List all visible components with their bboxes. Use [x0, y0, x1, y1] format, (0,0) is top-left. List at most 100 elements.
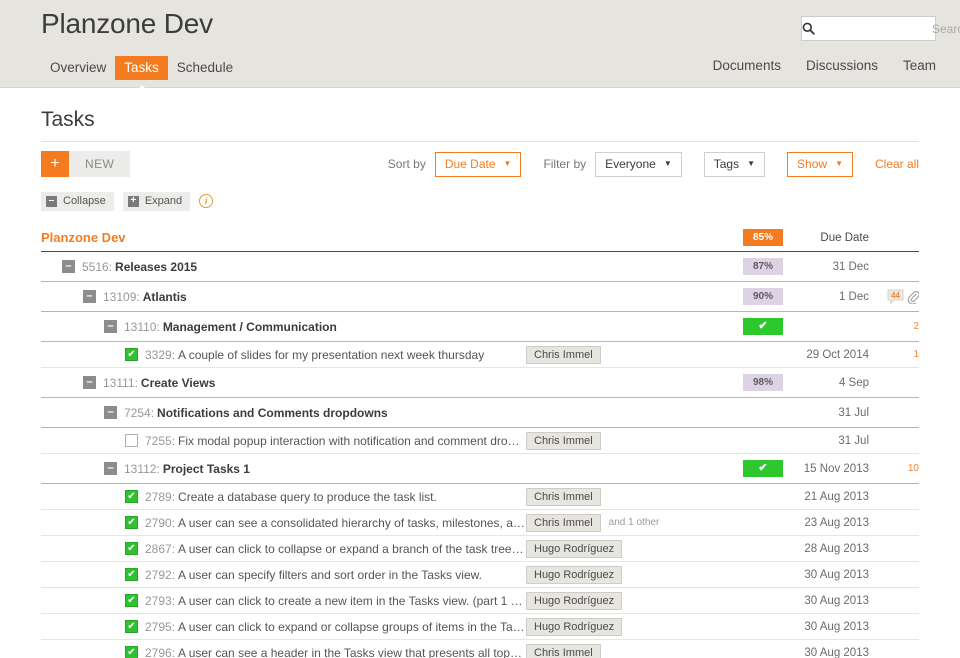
- row-name-cell: ✔ 2793: A user can click to create a new i…: [41, 594, 526, 608]
- clear-all-link[interactable]: Clear all: [875, 157, 919, 171]
- row-title[interactable]: A user can see a header in the Tasks vie…: [178, 646, 526, 658]
- row-due-date: 30 Aug 2013: [804, 620, 869, 633]
- row-id: 13109:: [103, 289, 140, 304]
- assignee-pill[interactable]: Hugo Rodríguez: [526, 539, 623, 558]
- row-title[interactable]: Releases 2015: [115, 260, 197, 274]
- comment-bubble-icon[interactable]: 44: [887, 289, 904, 304]
- sort-by-label: Sort by: [387, 157, 426, 171]
- table-row[interactable]: ✔ 2790: A user can see a consolidated hier…: [41, 510, 919, 536]
- task-checkbox-checked[interactable]: ✔: [125, 568, 138, 581]
- table-row[interactable]: –5516: Releases 2015 87% 31 Dec: [41, 252, 919, 282]
- row-due-date: 30 Aug 2013: [804, 594, 869, 607]
- table-row[interactable]: Planzone Dev 85% Due Date: [41, 224, 919, 252]
- nav-item-discussions[interactable]: Discussions: [806, 58, 878, 73]
- status-badge-complete: ✔: [743, 460, 783, 477]
- table-row[interactable]: ✔ 3329: A couple of slides for my presenta…: [41, 342, 919, 368]
- task-checkbox-checked[interactable]: ✔: [125, 348, 138, 361]
- item-count-badge: 10: [907, 463, 919, 474]
- row-title[interactable]: A user can specify filters and sort orde…: [178, 568, 482, 582]
- row-title[interactable]: A user can click to expand or collapse g…: [178, 620, 526, 634]
- collapse-all-button[interactable]: – Collapse: [41, 191, 114, 211]
- nav-item-tasks[interactable]: Tasks: [115, 56, 168, 80]
- table-row[interactable]: –13111: Create Views 98% 4 Sep: [41, 368, 919, 398]
- search-input[interactable]: [815, 21, 960, 36]
- info-icon[interactable]: i: [199, 194, 214, 208]
- row-id: 2789:: [145, 489, 176, 504]
- table-row[interactable]: ✔ 2793: A user can click to create a new i…: [41, 588, 919, 614]
- minus-square-icon[interactable]: –: [104, 320, 117, 333]
- row-title[interactable]: Create Views: [141, 376, 216, 390]
- task-checkbox-checked[interactable]: ✔: [125, 542, 138, 555]
- task-checkbox-checked[interactable]: ✔: [125, 516, 138, 529]
- table-row[interactable]: ✔ 2795: A user can click to expand or coll…: [41, 614, 919, 640]
- sort-by-value: Due Date: [444, 157, 496, 171]
- assignee-pill[interactable]: Hugo Rodríguez: [526, 565, 623, 584]
- assignee-pill[interactable]: Chris Immel: [526, 487, 601, 506]
- task-checkbox-checked[interactable]: ✔: [125, 490, 138, 503]
- task-checkbox-checked[interactable]: ✔: [125, 646, 138, 658]
- assignee-pill[interactable]: Chris Immel: [526, 431, 601, 450]
- progress-badge: 98%: [743, 374, 783, 391]
- row-title[interactable]: Planzone Dev: [41, 230, 126, 245]
- row-name-cell: –13111: Create Views: [41, 376, 526, 390]
- table-row[interactable]: ✔ 2789: Create a database query to produce…: [41, 484, 919, 510]
- filter-by-value: Everyone: [605, 157, 656, 171]
- table-row[interactable]: –13110: Management / Communication ✔ 2: [41, 312, 919, 342]
- row-title[interactable]: A user can click to create a new item in…: [178, 594, 526, 608]
- filter-by-dropdown[interactable]: Everyone ▼: [595, 151, 682, 177]
- row-title[interactable]: Create a database query to produce the t…: [178, 490, 437, 504]
- row-title[interactable]: A user can click to collapse or expand a…: [178, 542, 526, 556]
- table-row[interactable]: ✔ 2796: A user can see a header in the Tas…: [41, 640, 919, 658]
- row-due-date: 4 Sep: [838, 376, 869, 389]
- minus-square-icon[interactable]: –: [83, 376, 96, 389]
- nav-item-schedule[interactable]: Schedule: [168, 56, 242, 80]
- row-id: 13112:: [124, 461, 160, 476]
- minus-square-icon[interactable]: –: [104, 406, 117, 419]
- new-task-button[interactable]: + NEW: [41, 151, 131, 177]
- table-row[interactable]: –13109: Atlantis 90% 1 Dec 44: [41, 282, 919, 312]
- nav-item-team[interactable]: Team: [903, 58, 936, 73]
- row-assignee-cell: Hugo Rodríguez: [526, 565, 721, 584]
- sort-by-dropdown[interactable]: Due Date ▼: [434, 151, 522, 177]
- assignee-pill[interactable]: Hugo Rodríguez: [526, 591, 623, 610]
- expand-label: Expand: [144, 195, 183, 207]
- chevron-down-icon: ▼: [503, 159, 512, 168]
- assignee-pill[interactable]: Chris Immel: [526, 345, 601, 364]
- table-row[interactable]: ✔ 2792: A user can specify filters and sor…: [41, 562, 919, 588]
- search-icon: [802, 22, 815, 35]
- item-count-badge: 1: [913, 349, 919, 360]
- row-title[interactable]: A couple of slides for my presentation n…: [178, 348, 484, 362]
- table-row[interactable]: 7255: Fix modal popup interaction with no…: [41, 428, 919, 454]
- tags-dropdown[interactable]: Tags ▼: [703, 151, 766, 177]
- table-row[interactable]: –13112: Project Tasks 1 ✔ 15 Nov 2013 10: [41, 454, 919, 484]
- row-title[interactable]: Management / Communication: [163, 320, 337, 334]
- task-checkbox-checked[interactable]: ✔: [125, 594, 138, 607]
- minus-square-icon[interactable]: –: [62, 260, 75, 273]
- expand-all-button[interactable]: + Expand: [122, 191, 191, 211]
- search-box[interactable]: [801, 16, 960, 41]
- nav-item-documents[interactable]: Documents: [713, 58, 781, 73]
- table-row[interactable]: –7254: Notifications and Comments dropdow…: [41, 398, 919, 428]
- row-progress-cell: 90%: [721, 288, 783, 305]
- assignee-pill[interactable]: Hugo Rodríguez: [526, 617, 623, 636]
- app-header: Planzone Dev Overview Tasks Schedule Docum…: [0, 0, 960, 88]
- minus-square-icon[interactable]: –: [104, 462, 117, 475]
- assignee-pill[interactable]: Chris Immel: [526, 513, 601, 532]
- show-dropdown[interactable]: Show ▼: [787, 151, 853, 177]
- row-title[interactable]: Fix modal popup interaction with notific…: [178, 434, 526, 448]
- paperclip-icon[interactable]: [907, 290, 919, 304]
- row-title[interactable]: Notifications and Comments dropdowns: [157, 406, 388, 420]
- task-checkbox-checked[interactable]: ✔: [125, 620, 138, 633]
- table-row[interactable]: ✔ 2867: A user can click to collapse or ex…: [41, 536, 919, 562]
- minus-square-icon[interactable]: –: [83, 290, 96, 303]
- row-title[interactable]: Atlantis: [143, 290, 187, 304]
- row-title[interactable]: Project Tasks 1: [163, 462, 250, 476]
- row-due-date: 30 Aug 2013: [804, 568, 869, 581]
- row-progress-cell: 85%: [721, 229, 783, 246]
- task-checkbox-unchecked[interactable]: [125, 434, 138, 447]
- row-id: 2796:: [145, 645, 176, 658]
- nav-item-overview[interactable]: Overview: [41, 56, 115, 80]
- due-date-column-header: Due Date: [820, 231, 869, 244]
- assignee-pill[interactable]: Chris Immel: [526, 643, 601, 658]
- row-title[interactable]: A user can see a consolidated hierarchy …: [178, 516, 526, 530]
